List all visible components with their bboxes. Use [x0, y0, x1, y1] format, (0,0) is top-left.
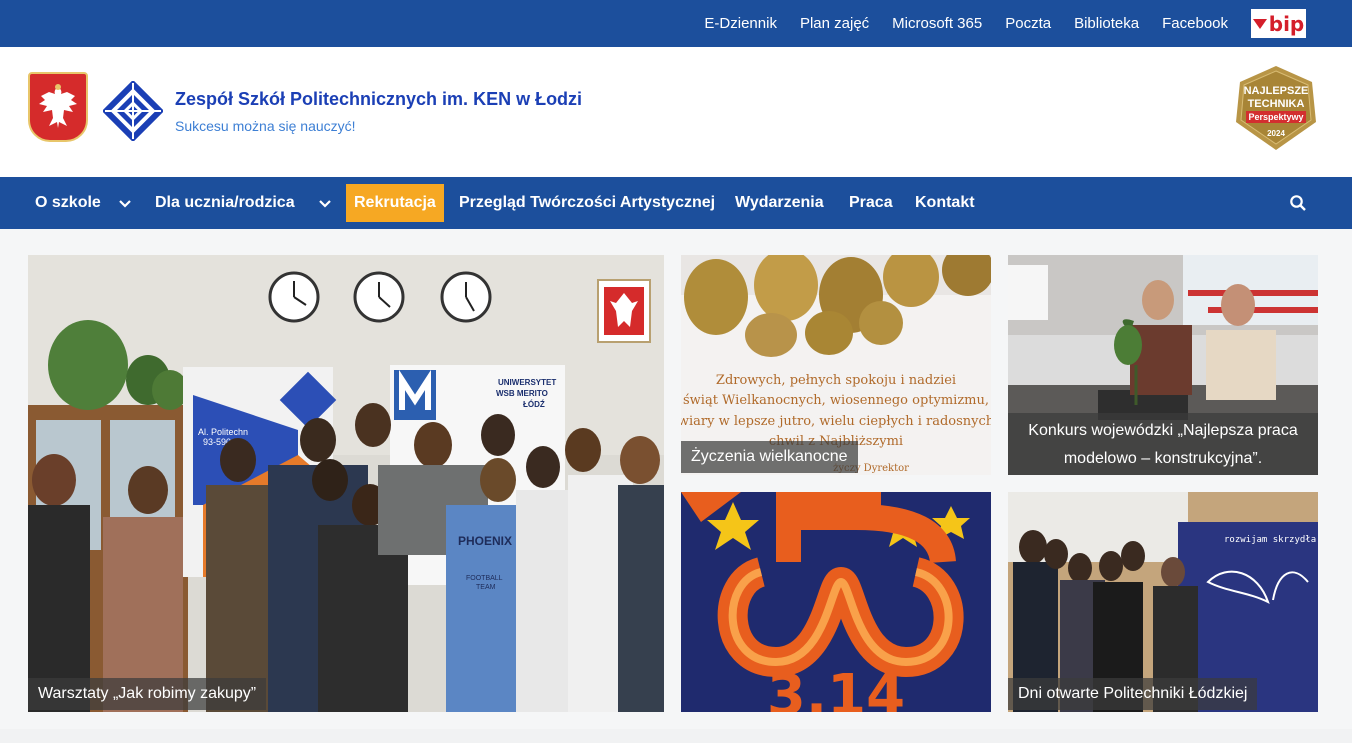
- top-link-plan-zajec[interactable]: Plan zajęć: [800, 15, 869, 32]
- top-links: E-Dziennik Plan zajęć Microsoft 365 Pocz…: [681, 0, 1228, 47]
- school-logo-icon[interactable]: [103, 81, 163, 141]
- photo-text-shirt2: FOOTBALL: [466, 575, 503, 582]
- pi-day-post-tile[interactable]: 3,14: [681, 492, 991, 712]
- nav-label-rekrutacja: Rekrutacja: [354, 194, 436, 211]
- photo-text-shirt: PHOENIX: [458, 534, 512, 548]
- top-link-e-dziennik[interactable]: E-Dziennik: [704, 15, 777, 32]
- contest-post-tile[interactable]: Konkurs wojewódzki „Najlepsza praca mode…: [1008, 255, 1318, 475]
- badge-line3: Perspektywy: [1248, 112, 1303, 122]
- nav-label-praca: Praca: [849, 194, 893, 211]
- site-header: Zespół Szkół Politechnicznych im. KEN w …: [0, 47, 1352, 177]
- tile-caption-contest[interactable]: Konkurs wojewódzki „Najlepsza praca mode…: [1008, 413, 1318, 475]
- nav-item-rekrutacja[interactable]: Rekrutacja: [346, 184, 444, 222]
- top-link-biblioteka[interactable]: Biblioteka: [1074, 15, 1139, 32]
- site-title[interactable]: Zespół Szkół Politechnicznych im. KEN w …: [175, 89, 582, 110]
- nav-item-o-szkole[interactable]: O szkole: [27, 184, 109, 222]
- banner-text: rozwijam skrzydła na: [1224, 535, 1318, 545]
- site-tagline: Sukcesu można się nauczyć!: [175, 118, 356, 134]
- nav-item-wydarzenia[interactable]: Wydarzenia: [727, 184, 832, 222]
- badge-year: 2024: [1267, 129, 1285, 138]
- easter-post-tile[interactable]: Zdrowych, pełnych spokoju i nadziei świą…: [681, 255, 991, 475]
- nav-label-przeglad-tworczosci: Przegląd Twórczości Artystycznej: [459, 194, 716, 211]
- workshop-photo: Al. Politechn 93-590 Ł UNIWERSYTET WSB M…: [28, 255, 664, 712]
- pi-digits: 3,14: [767, 663, 905, 712]
- tile-caption-easter[interactable]: Życzenia wielkanocne: [681, 441, 858, 473]
- chevron-down-icon[interactable]: [118, 196, 132, 210]
- easter-card-line2: świąt Wielkanocnych, wiosennego optymizm…: [683, 393, 989, 408]
- nav-label-kontakt: Kontakt: [915, 194, 975, 211]
- nav-item-przeglad-tworczosci[interactable]: Przegląd Twórczości Artystycznej: [451, 184, 723, 222]
- photo-text-wsb: WSB MERITO: [496, 389, 548, 398]
- nav-label-o-szkole: O szkole: [35, 194, 101, 211]
- bip-label: bip: [1268, 11, 1305, 36]
- badge-line1: NAJLEPSZE: [1244, 85, 1309, 97]
- tile-caption-open-days[interactable]: Dni otwarte Politechniki Łódzkiej: [1008, 678, 1258, 710]
- nav-item-dla-ucznia-rodzica[interactable]: Dla ucznia/rodzica: [147, 184, 303, 222]
- easter-card-line1: Zdrowych, pełnych spokoju i nadziei: [716, 373, 956, 388]
- nav-item-kontakt[interactable]: Kontakt: [907, 184, 983, 222]
- nav-label-dla-ucznia-rodzica: Dla ucznia/rodzica: [155, 194, 295, 211]
- main-navigation: O szkole Dla ucznia/rodzica Rekrutacja P…: [0, 177, 1352, 229]
- photo-text-university: UNIWERSYTET: [498, 378, 556, 387]
- top-link-facebook[interactable]: Facebook: [1162, 15, 1228, 32]
- bip-triangle-icon: [1252, 18, 1267, 29]
- bip-logo-link[interactable]: bip: [1251, 9, 1306, 38]
- nav-label-wydarzenia: Wydarzenia: [735, 194, 824, 211]
- pi-drawing-image: 3,14: [681, 492, 991, 712]
- photo-text-city: ŁÓDŹ: [523, 400, 545, 409]
- tile-caption-main[interactable]: Warsztaty „Jak robimy zakupy”: [28, 678, 267, 710]
- easter-card-line3: wiary w lepsze jutro, wielu ciepłych i r…: [681, 414, 991, 429]
- top-link-microsoft-365[interactable]: Microsoft 365: [892, 15, 982, 32]
- open-days-post-tile[interactable]: rozwijam skrzydła na Dni otwarte Politec…: [1008, 492, 1318, 712]
- page-bottom-strip: [0, 729, 1352, 743]
- chevron-down-icon[interactable]: [318, 196, 332, 210]
- photo-text-shirt3: TEAM: [476, 584, 496, 591]
- top-bar: E-Dziennik Plan zajęć Microsoft 365 Pocz…: [0, 0, 1352, 47]
- polish-eagle-emblem-icon: [28, 72, 88, 142]
- nav-item-praca[interactable]: Praca: [841, 184, 901, 222]
- featured-post-tile[interactable]: Al. Politechn 93-590 Ł UNIWERSYTET WSB M…: [28, 255, 664, 712]
- photo-text-al: Al. Politechn: [198, 427, 248, 437]
- top-link-poczta[interactable]: Poczta: [1005, 15, 1051, 32]
- perspektywy-badge-icon: NAJLEPSZE TECHNIKA Perspektywy 2024: [1236, 66, 1316, 150]
- badge-line2: TECHNIKA: [1248, 98, 1305, 110]
- search-icon[interactable]: [1289, 194, 1307, 212]
